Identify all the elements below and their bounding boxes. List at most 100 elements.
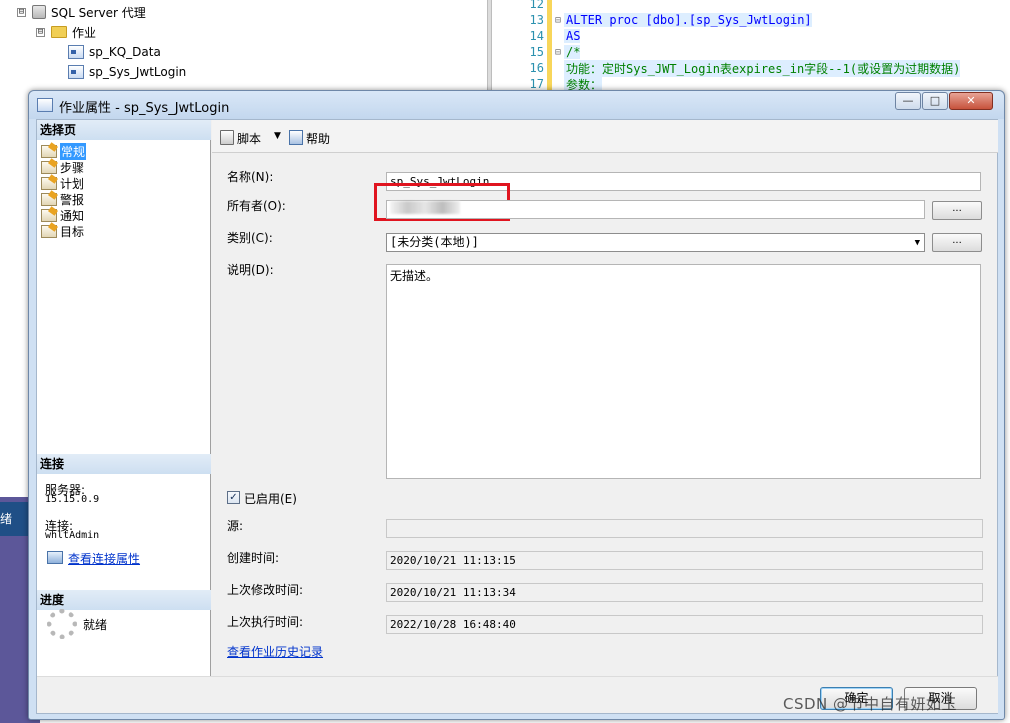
page-label: 步骤 — [60, 160, 85, 175]
created-value: 2020/10/21 11:13:15 — [390, 554, 516, 567]
tree-node-label: sp_KQ_Data — [89, 45, 161, 59]
page-icon — [41, 160, 57, 174]
code-line: 15 ⊟ /* — [492, 44, 581, 60]
code-line: 13 ⊟ ALTER proc [dbo].[sp_Sys_JwtLogin] — [492, 12, 812, 28]
status-text: 绪 — [0, 512, 13, 526]
page-targets[interactable]: 目标 — [41, 223, 84, 239]
page-label: 计划 — [60, 176, 85, 191]
created-label: 创建时间: — [227, 551, 280, 565]
collapse-toggle[interactable]: ⊟ — [36, 27, 45, 37]
line-number: 13 — [529, 13, 544, 27]
page-steps[interactable]: 步骤 — [41, 159, 84, 175]
page-label: 目标 — [60, 224, 85, 239]
server-value: 15.15.0.9 — [45, 494, 100, 505]
page-general[interactable]: 常规 — [41, 142, 87, 160]
category-label: 类别(C): — [227, 231, 273, 245]
fold-toggle-icon[interactable]: ⊟ — [552, 47, 564, 58]
code-line: 14 AS — [492, 28, 581, 44]
page-notifications[interactable]: 通知 — [41, 207, 84, 223]
object-explorer: ⊟ SQL Server 代理 ⊟ 作业 sp_KQ_Data sp_Sys_J… — [0, 0, 487, 95]
job-icon — [68, 65, 84, 79]
owner-field[interactable] — [386, 200, 925, 219]
executed-label: 上次执行时间: — [227, 615, 304, 629]
page-label: 警报 — [60, 192, 85, 207]
enabled-checkbox[interactable]: ✓ — [227, 491, 240, 504]
page-icon — [41, 224, 57, 238]
tree-node-label: 作业 — [72, 25, 97, 40]
chevron-down-icon[interactable]: ▼ — [915, 235, 920, 252]
dialog-title: 作业属性 - sp_Sys_JwtLogin — [59, 101, 230, 116]
connection-value: whltAdmin — [45, 530, 100, 541]
category-value: [未分类(本地)] — [390, 235, 479, 249]
tree-node-label: SQL Server 代理 — [51, 5, 146, 20]
tree-node-job[interactable]: sp_KQ_Data — [68, 43, 161, 61]
code-text: AS — [564, 29, 581, 43]
job-properties-dialog: 作业属性 - sp_Sys_JwtLogin — □ ✕ 选择页 常规 步骤 计… — [28, 90, 1005, 720]
name-label: 名称(N): — [227, 170, 274, 184]
line-number: 17 — [529, 77, 544, 91]
connection-properties-icon — [47, 551, 63, 564]
dialog-toolbar: 脚本 ▼ 帮助 — [212, 120, 998, 153]
code-text: 功能：定时Sys_JWT_Login表expires_in字段--1(或设置为过… — [564, 59, 961, 77]
owner-browse-button[interactable]: ... — [932, 201, 982, 220]
help-icon[interactable] — [289, 130, 303, 145]
source-field — [386, 519, 983, 538]
page-alerts[interactable]: 警报 — [41, 191, 84, 207]
dialog-client: 选择页 常规 步骤 计划 警报 通知 目标 连接 服务器: 15.15.0.9 … — [36, 119, 998, 714]
progress-header: 进度 — [37, 590, 211, 610]
fold-toggle-icon[interactable]: ⊟ — [552, 15, 564, 26]
dialog-titlebar[interactable]: 作业属性 - sp_Sys_JwtLogin — □ ✕ — [29, 91, 1004, 119]
modified-field: 2020/10/21 11:13:34 — [386, 583, 983, 602]
watermark: CSDN @节中自有妍如玉 — [783, 695, 958, 713]
job-icon — [68, 45, 84, 59]
progress-spinner-icon — [47, 609, 77, 639]
script-dropdown-icon[interactable]: ▼ — [274, 131, 281, 141]
script-icon[interactable] — [220, 130, 234, 145]
close-button[interactable]: ✕ — [949, 92, 993, 110]
page-icon — [41, 208, 57, 222]
tree-node-sql-agent[interactable]: ⊟ SQL Server 代理 — [17, 3, 146, 21]
executed-value: 2022/10/28 16:48:40 — [390, 618, 516, 631]
line-number: 12 — [529, 0, 544, 11]
source-label: 源: — [227, 519, 244, 533]
minimize-button[interactable]: — — [895, 92, 921, 110]
left-pane: 选择页 常规 步骤 计划 警报 通知 目标 连接 服务器: 15.15.0.9 … — [37, 120, 211, 676]
redacted-owner — [390, 201, 460, 214]
category-browse-button[interactable]: ... — [932, 233, 982, 252]
view-connection-properties-link[interactable]: 查看连接属性 — [68, 550, 140, 567]
job-icon — [37, 98, 53, 112]
tree-node-label: sp_Sys_JwtLogin — [89, 65, 187, 79]
tree-node-jobs[interactable]: ⊟ 作业 — [36, 23, 96, 41]
line-number: 16 — [529, 61, 544, 75]
script-button[interactable]: 脚本 — [237, 130, 261, 147]
modified-value: 2020/10/21 11:13:34 — [390, 586, 516, 599]
page-icon — [41, 144, 57, 158]
executed-field: 2022/10/28 16:48:40 — [386, 615, 983, 634]
progress-status: 就绪 — [83, 618, 108, 632]
created-field: 2020/10/21 11:13:15 — [386, 551, 983, 570]
code-line: 16 功能：定时Sys_JWT_Login表expires_in字段--1(或设… — [492, 59, 961, 77]
modified-label: 上次修改时间: — [227, 583, 304, 597]
tree-node-job[interactable]: sp_Sys_JwtLogin — [68, 63, 186, 81]
page-label: 常规 — [60, 142, 87, 160]
page-icon — [41, 192, 57, 206]
page-icon — [41, 176, 57, 190]
code-text: ALTER proc [dbo].[sp_Sys_JwtLogin] — [564, 13, 812, 27]
description-textarea[interactable]: 无描述。 — [386, 264, 981, 479]
code-line: 12 — [492, 0, 546, 12]
description-value: 无描述。 — [390, 269, 439, 283]
collapse-toggle[interactable]: ⊟ — [17, 7, 26, 17]
description-label: 说明(D): — [227, 263, 274, 277]
page-label: 通知 — [60, 208, 85, 223]
folder-icon — [51, 26, 67, 38]
enabled-label[interactable]: 已启用(E) — [244, 490, 297, 507]
agent-icon — [32, 5, 46, 19]
code-editor[interactable]: 12 13 ⊟ ALTER proc [dbo].[sp_Sys_JwtLogi… — [492, 0, 1010, 95]
view-job-history-link[interactable]: 查看作业历史记录 — [227, 643, 323, 660]
maximize-button[interactable]: □ — [922, 92, 948, 110]
help-button[interactable]: 帮助 — [306, 130, 330, 147]
page-schedules[interactable]: 计划 — [41, 175, 84, 191]
code-text: /* — [564, 45, 581, 59]
category-select[interactable]: [未分类(本地)] ▼ — [386, 233, 925, 252]
owner-label: 所有者(O): — [227, 199, 286, 213]
